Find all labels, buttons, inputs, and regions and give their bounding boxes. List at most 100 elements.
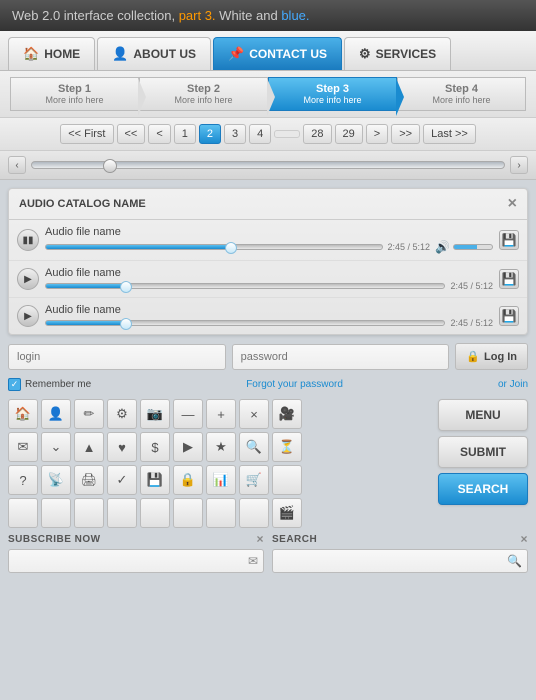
icon-search[interactable]: 🔍 [239,432,269,462]
icon-blank8 [206,498,236,528]
track-thumb-1[interactable] [225,242,237,254]
page-last[interactable]: Last >> [423,124,476,144]
track-bar-1[interactable] [45,244,383,250]
step-1-sub: More info here [45,95,103,105]
step-3-sub: More info here [303,95,361,105]
step-2[interactable]: Step 2 More info here [139,77,268,111]
icon-save[interactable]: 💾 [140,465,170,495]
password-input[interactable] [232,344,450,370]
page-1[interactable]: 1 [174,124,196,144]
icon-chevron-down[interactable]: ⌄ [41,432,71,462]
volume-icon-1: 🔊 [435,240,450,254]
page-first[interactable]: << First [60,124,113,144]
search-clear[interactable]: × [520,532,528,546]
page-4[interactable]: 4 [249,124,271,144]
track-progress-wrap-2: 2:45 / 5:12 [45,281,493,291]
subscribe-label: SUBSCRIBE NOW [8,534,101,545]
icon-heart[interactable]: ♥ [107,432,137,462]
lock-icon: 🔒 [466,350,480,363]
search-button[interactable]: SEARCH [438,473,528,505]
icon-section: 🏠 👤 ✏ ⚙ 📷 — + × 🎥 ✉ ⌄ ▲ ♥ $ ▶ ★ 🔍 ⏳ ? 📡 … [8,399,528,528]
page-next2[interactable]: >> [391,124,420,144]
icon-check[interactable]: ✓ [107,465,137,495]
icon-lock[interactable]: 🔒 [173,465,203,495]
icon-star[interactable]: ★ [206,432,236,462]
icon-arrow-right[interactable]: ▶ [173,432,203,462]
username-input[interactable] [8,344,226,370]
step-4[interactable]: Step 4 More info here [397,77,526,111]
track-bar-3[interactable] [45,320,445,326]
page-prev2[interactable]: << [117,124,146,144]
icon-plus[interactable]: + [206,399,236,429]
play-button-3[interactable]: ▶ [17,305,39,327]
forgot-password-link[interactable]: Forgot your password [246,379,343,390]
slider-track[interactable] [31,161,505,169]
icon-home[interactable]: 🏠 [8,399,38,429]
search-label-row: SEARCH × [272,532,528,546]
page-29[interactable]: 29 [335,124,363,144]
save-button-3[interactable]: 💾 [499,306,519,326]
join-link[interactable]: or Join [498,379,528,390]
track-info-3: Audio file name 2:45 / 5:12 [45,304,493,328]
subscribe-input[interactable] [14,550,248,572]
track-thumb-2[interactable] [120,281,132,293]
user-icon: 👤 [112,46,128,62]
icon-camera[interactable]: 📷 [140,399,170,429]
icon-chevron-up[interactable]: ▲ [74,432,104,462]
icon-print[interactable]: 🖨 [74,465,104,495]
search-input[interactable] [278,550,507,572]
track-thumb-3[interactable] [120,318,132,330]
icon-chart[interactable]: 📊 [206,465,236,495]
track-bar-fill-1 [46,245,231,249]
vol-bar-1[interactable] [453,244,493,250]
slider-left-arrow[interactable]: ‹ [8,156,26,174]
icon-minus[interactable]: — [173,399,203,429]
track-info-2: Audio file name 2:45 / 5:12 [45,267,493,291]
step-3[interactable]: Step 3 More info here [268,77,397,111]
icon-question[interactable]: ? [8,465,38,495]
icon-hourglass[interactable]: ⏳ [272,432,302,462]
save-button-1[interactable]: 💾 [499,230,519,250]
pause-button-1[interactable]: ▮▮ [17,229,39,251]
page-3[interactable]: 3 [224,124,246,144]
icon-close[interactable]: × [239,399,269,429]
icon-email[interactable]: ✉ [8,432,38,462]
step-1[interactable]: Step 1 More info here [10,77,139,111]
page-2[interactable]: 2 [199,124,221,144]
slider-thumb[interactable] [103,159,117,173]
track-bar-2[interactable] [45,283,445,289]
nav-item-services[interactable]: ⚙ SERVICES [344,37,451,70]
page-28[interactable]: 28 [303,124,331,144]
play-button-2[interactable]: ▶ [17,268,39,290]
icon-film[interactable]: 🎬 [272,498,302,528]
page-prev1[interactable]: < [148,124,170,144]
icon-rss[interactable]: 📡 [41,465,71,495]
nav-item-home[interactable]: 🏠 HOME [8,37,95,70]
track-name-1: Audio file name [45,226,493,238]
icon-video[interactable]: 🎥 [272,399,302,429]
nav-label-services: SERVICES [376,47,436,61]
icon-edit[interactable]: ✏ [74,399,104,429]
subscribe-clear[interactable]: × [256,532,264,546]
page-next1[interactable]: > [366,124,388,144]
search-field: SEARCH × 🔍 [272,532,528,573]
icon-dollar[interactable]: $ [140,432,170,462]
icon-user[interactable]: 👤 [41,399,71,429]
audio-track-1: ▮▮ Audio file name 2:45 / 5:12 🔊 💾 [9,220,527,261]
save-button-2[interactable]: 💾 [499,269,519,289]
submit-button[interactable]: SUBMIT [438,436,528,468]
icon-grid: 🏠 👤 ✏ ⚙ 📷 — + × 🎥 ✉ ⌄ ▲ ♥ $ ▶ ★ 🔍 ⏳ ? 📡 … [8,399,432,528]
login-bar: 🔒 Log In [8,343,528,370]
nav-item-contact[interactable]: 📌 CONTACT US [213,37,342,70]
slider-right-arrow[interactable]: › [510,156,528,174]
remember-checkbox[interactable]: ✓ [8,378,21,391]
icon-cart[interactable]: 🛒 [239,465,269,495]
login-button[interactable]: 🔒 Log In [455,343,528,370]
menu-button[interactable]: MENU [438,399,528,431]
audio-close-button[interactable]: × [508,195,517,213]
icon-settings[interactable]: ⚙ [107,399,137,429]
remember-bar: ✓ Remember me Forgot your password or Jo… [0,376,536,393]
nav-item-about[interactable]: 👤 ABOUT US [97,37,211,70]
search-label: SEARCH [272,534,317,545]
remember-left: ✓ Remember me [8,378,91,391]
